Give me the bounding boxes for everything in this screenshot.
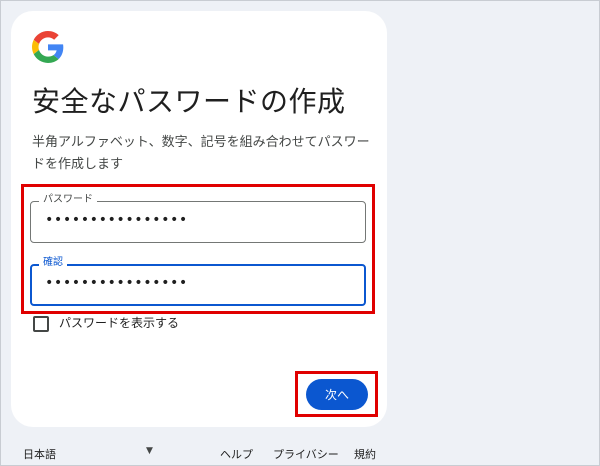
footer-terms-link[interactable]: 規約: [354, 446, 376, 462]
footer-help-link[interactable]: ヘルプ: [220, 446, 253, 462]
password-field[interactable]: パスワード ••••••••••••••••: [30, 193, 366, 243]
language-selector[interactable]: 日本語: [23, 446, 56, 462]
show-password-label[interactable]: パスワードを表示する: [59, 316, 179, 331]
page-subtitle: 半角アルファベット、数字、記号を組み合わせてパスワードを作成します: [32, 135, 370, 172]
footer-privacy-link[interactable]: プライバシー: [273, 446, 339, 462]
confirm-password-field[interactable]: 確認 ••••••••••••••••: [30, 256, 366, 306]
show-password-checkbox[interactable]: [33, 316, 49, 332]
page-title: 安全なパスワードの作成: [32, 85, 346, 118]
confirm-field-label: 確認: [39, 256, 67, 270]
google-logo-icon: [32, 31, 64, 63]
confirm-field-value[interactable]: ••••••••••••••••: [45, 275, 188, 291]
password-field-value[interactable]: ••••••••••••••••: [45, 212, 188, 228]
next-button[interactable]: 次へ: [306, 379, 368, 410]
caret-down-icon[interactable]: ▼: [146, 446, 153, 456]
password-field-label: パスワード: [39, 193, 97, 207]
